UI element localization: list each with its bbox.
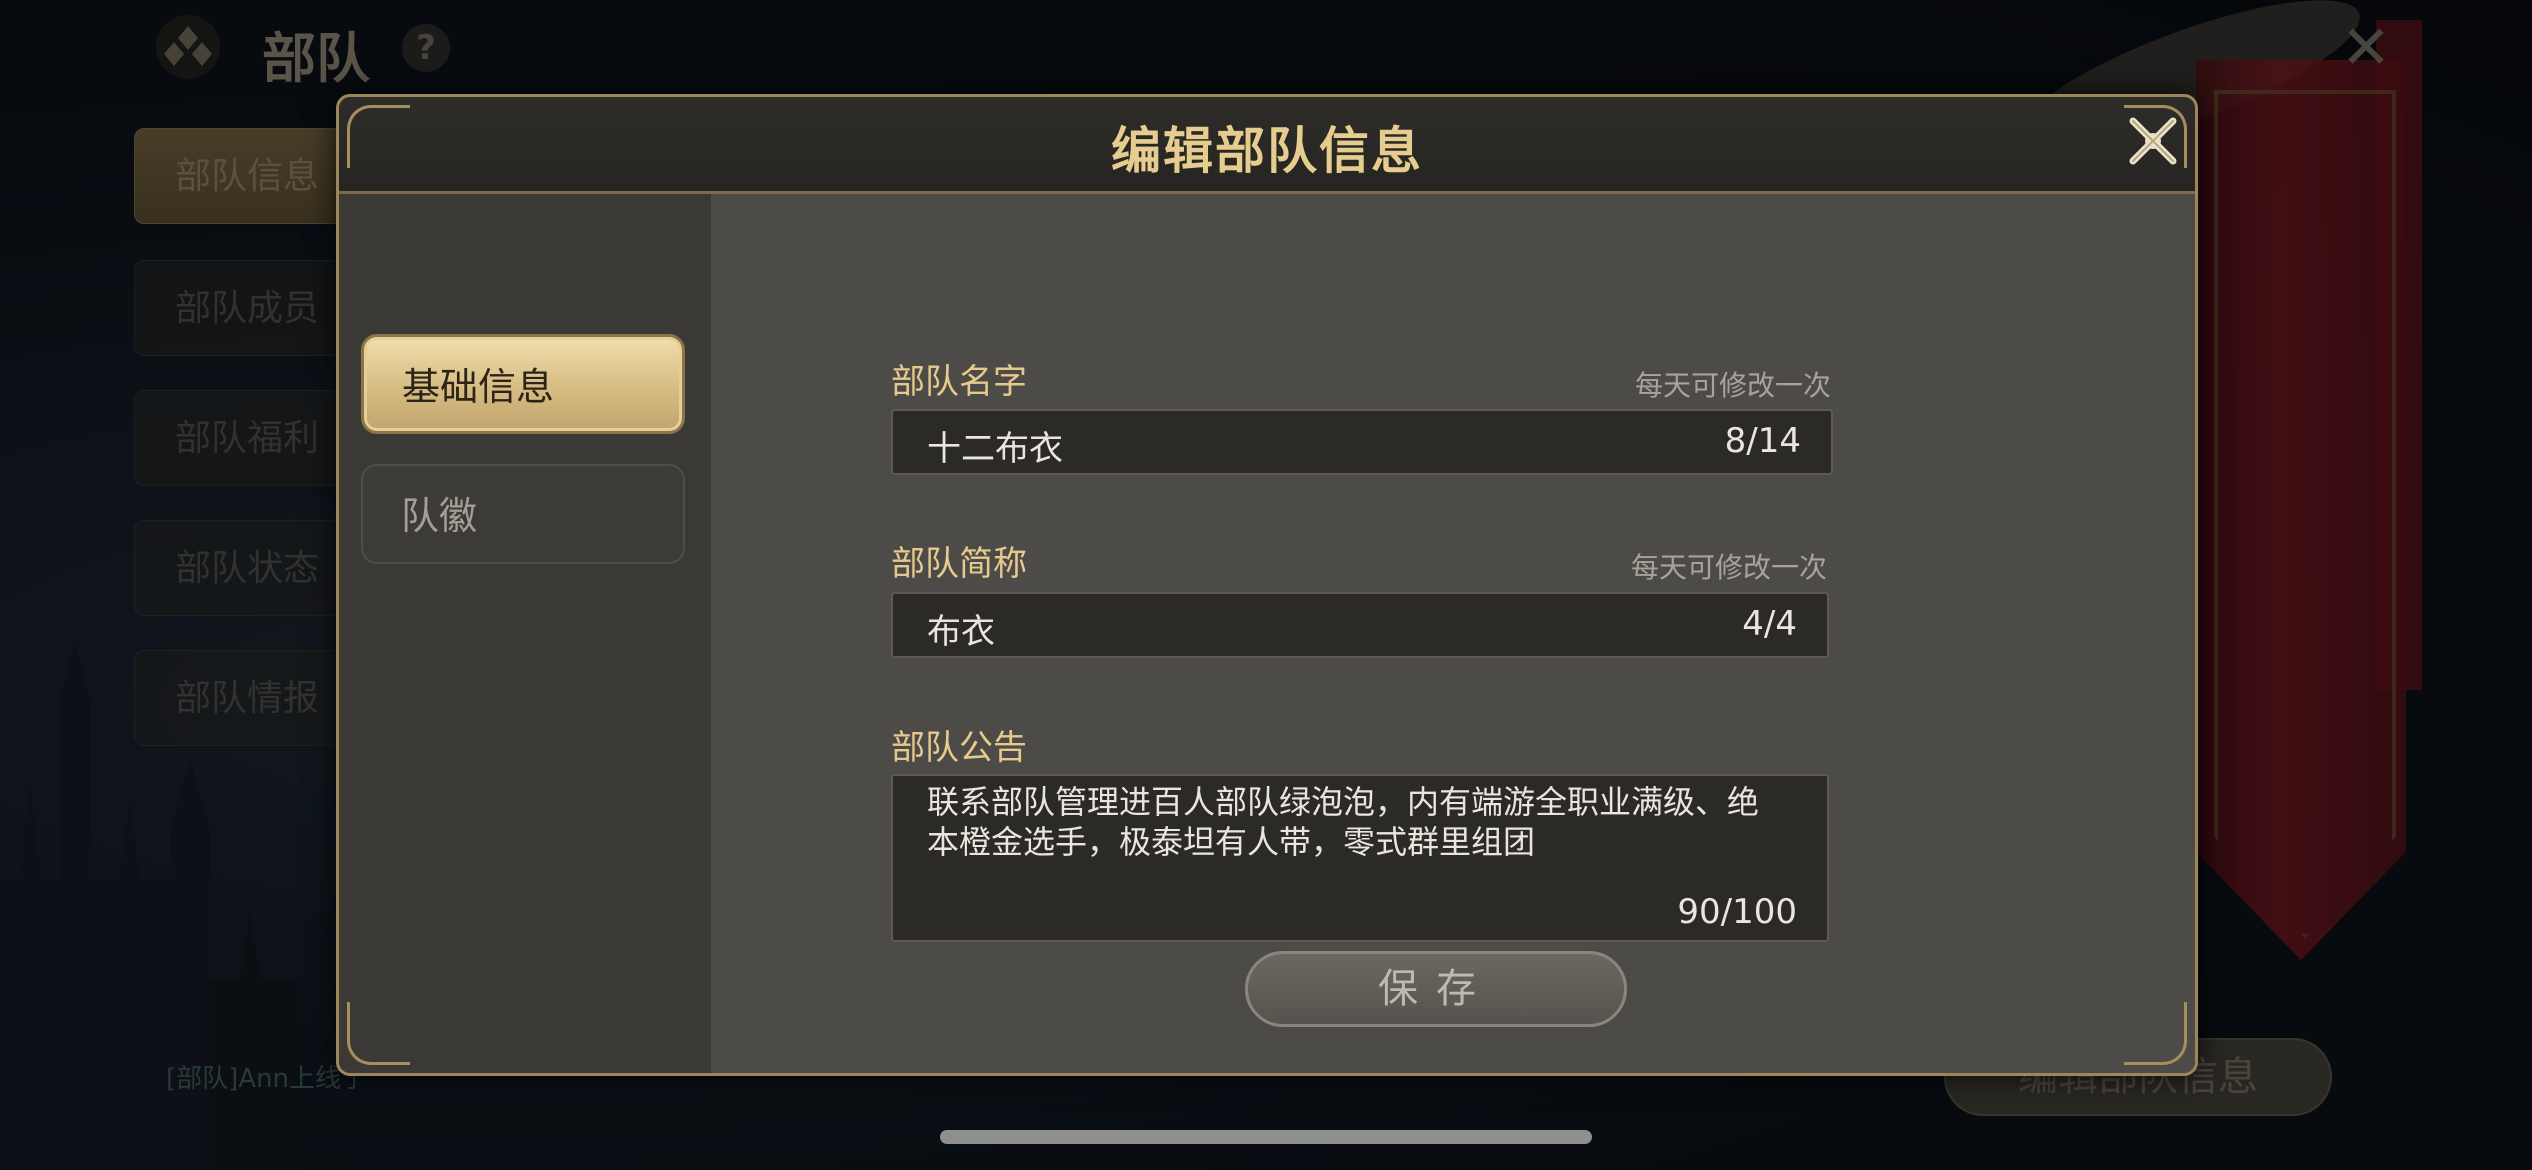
frame-corner (347, 1002, 410, 1065)
dialog-title: 编辑部队信息 (1111, 122, 1423, 180)
dialog-content: 部队名字 每天可修改一次 十二布衣 8/14 部队简称 每天可修改一次 布衣 4… (711, 194, 2195, 1073)
notice-char-count: 90/100 (1677, 892, 1797, 932)
frame-corner (347, 105, 410, 168)
dialog-side-panel: 基础信息 队徽 (339, 194, 711, 1073)
dialog-header: 编辑部队信息 (339, 97, 2195, 194)
notice-field-label: 部队公告 (891, 728, 1027, 768)
tab-basic-info[interactable]: 基础信息 (361, 334, 685, 434)
short-name-field-hint: 每天可修改一次 (1630, 551, 1827, 584)
name-char-count: 8/14 (1724, 421, 1801, 461)
name-field-label: 部队名字 (891, 362, 1027, 402)
short-name-input-value: 布衣 (927, 612, 995, 652)
tab-emblem[interactable]: 队徽 (361, 464, 685, 564)
home-indicator[interactable] (940, 1130, 1592, 1144)
notice-text: 联系部队管理进百人部队绿泡泡，内有端游全职业满级、绝本橙金选手，极泰坦有人带，零… (927, 783, 1760, 861)
name-input-value: 十二布衣 (927, 429, 1063, 469)
name-input[interactable]: 十二布衣 8/14 (891, 409, 1833, 475)
save-button[interactable]: 保存 (1245, 951, 1627, 1027)
short-name-field-label: 部队简称 (891, 544, 1027, 584)
frame-corner (2124, 105, 2187, 168)
short-name-input[interactable]: 布衣 4/4 (891, 592, 1829, 658)
short-name-char-count: 4/4 (1742, 604, 1797, 644)
notice-textarea[interactable]: 联系部队管理进百人部队绿泡泡，内有端游全职业满级、绝本橙金选手，极泰坦有人带，零… (891, 774, 1829, 942)
name-field-hint: 每天可修改一次 (1634, 369, 1831, 402)
frame-corner (2124, 1002, 2187, 1065)
edit-dialog: 编辑部队信息 基础信息 队徽 部队名字 每天可修改一次 十二布衣 8/14 部队… (336, 94, 2198, 1076)
